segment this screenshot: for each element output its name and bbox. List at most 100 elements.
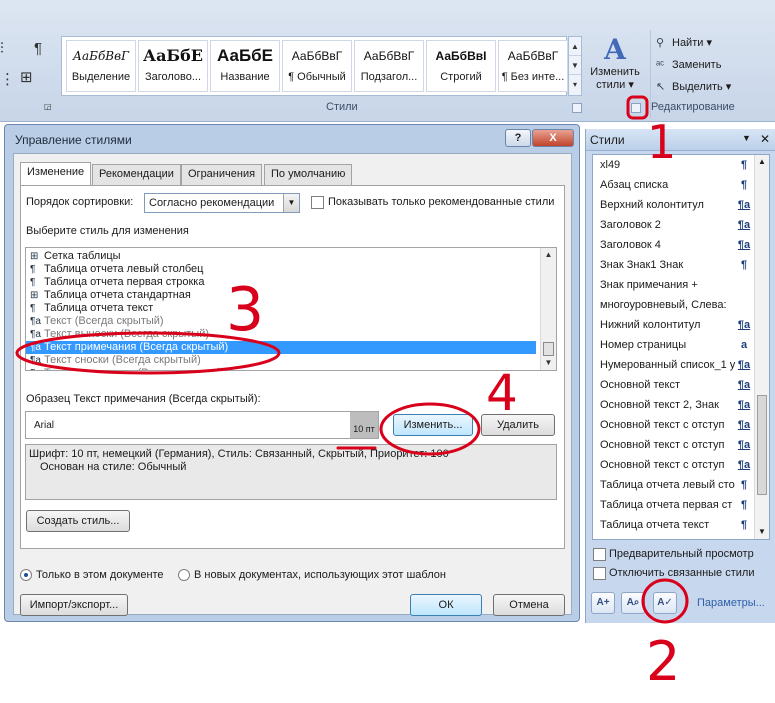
select-button[interactable]: ↖ Выделить ▾ [656, 78, 766, 96]
scroll-up-icon[interactable]: ▲ [755, 155, 769, 169]
styles-pane-item[interactable]: Основной текст 2, Знак ¶a [593, 395, 753, 415]
radio-this-document[interactable] [20, 569, 32, 581]
tab-restrict[interactable]: Ограничения [181, 164, 263, 185]
style-sample: АаБбВвГ [507, 49, 559, 63]
new-style-icon[interactable]: A+ [591, 592, 615, 614]
style-name: ¶ Обычный [288, 71, 346, 83]
style-list-scrollbar[interactable]: ▲ ▼ [540, 248, 556, 370]
tab-modify[interactable]: Изменение [20, 162, 92, 186]
styles-pane-item[interactable]: Знак Знак1 Знак ¶ [593, 255, 753, 275]
style-list-item[interactable]: ¶a Текст выноски (Всегда скрытый) [26, 328, 536, 341]
style-list-item[interactable]: ¶a Текст (Всегда скрытый) [26, 315, 536, 328]
gallery-style-tile[interactable]: АаБбВвГ ¶ Обычный [282, 40, 352, 92]
close-button[interactable]: X [532, 129, 574, 147]
modify-button[interactable]: Изменить... [393, 414, 473, 436]
styles-pane-item[interactable]: Заголовок 4 ¶a [593, 235, 753, 255]
tab-recommend[interactable]: Рекомендации [92, 164, 181, 185]
gallery-style-tile[interactable]: АаБбВвГ ¶ Без инте... [498, 40, 568, 92]
scroll-down-icon[interactable]: ▼ [755, 525, 769, 539]
style-inspector-icon[interactable]: A⌕ [621, 592, 645, 614]
help-button[interactable]: ? [505, 129, 531, 147]
style-list-item[interactable]: ¶ Таблица отчета первая строкка [26, 276, 536, 289]
style-list[interactable]: ⊞ Сетка таблицы ¶ Таблица отчета левый стол… [25, 247, 557, 371]
style-description: Шрифт: 10 пт, немецкий (Германия), Стиль… [25, 444, 557, 500]
styles-pane-item[interactable]: Нумерованный список_1 у ¶a [593, 355, 753, 375]
dialog-launcher-icon[interactable]: ◲ [44, 102, 52, 111]
styles-list[interactable]: xl49 ¶ Абзац списка ¶ Верхний колонтитул ¶a За… [592, 154, 770, 540]
sort-select[interactable]: Согласно рекомендации ▼ [144, 193, 300, 213]
styles-pane-item[interactable]: Заголовок 2 ¶a [593, 215, 753, 235]
dropdown-arrow-icon[interactable]: ▼ [283, 194, 299, 212]
style-list-item[interactable]: ¶ Таблица отчета левый столбец [26, 263, 536, 276]
options-link[interactable]: Параметры... [697, 597, 765, 609]
styles-pane: Стили ▼ ✕ xl49 ¶ Абзац списка ¶ Верхний коло… [585, 129, 775, 623]
styles-pane-item[interactable]: Таблица отчета первая ст ¶ [593, 495, 753, 515]
disable-linked-checkbox[interactable] [593, 567, 606, 580]
styles-pane-item[interactable]: Верхний колонтитул ¶a [593, 195, 753, 215]
change-styles-button[interactable]: A Изменить стили ▾ [585, 34, 645, 102]
scroll-thumb[interactable] [543, 342, 554, 356]
indent-icon[interactable]: ⫶ [0, 40, 4, 57]
delete-button[interactable]: Удалить [481, 414, 555, 436]
gallery-scroll[interactable]: ▲ ▼ ▾ [568, 36, 582, 96]
style-name: Таблица отчета левый столбец [44, 263, 204, 275]
gallery-style-tile[interactable]: АаБбВвI Строгий [426, 40, 496, 92]
pilcrow-icon[interactable]: ¶ [34, 40, 42, 57]
preview-checkbox[interactable] [593, 548, 606, 561]
show-recommended-label: Показывать только рекомендованные стили [328, 196, 555, 208]
styles-pane-item[interactable]: Основной текст с отступ ¶a [593, 455, 753, 475]
pane-menu-icon[interactable]: ▼ [742, 133, 751, 143]
show-recommended-checkbox[interactable] [311, 196, 324, 209]
gallery-style-tile[interactable]: АаБбЕ Название [210, 40, 280, 92]
styles-list-scrollbar[interactable]: ▲ ▼ [754, 155, 769, 539]
radio-this-document-label: Только в этом документе [36, 569, 164, 581]
style-list-item[interactable]: ¶a Текст примечания (Всегда скрытый) [26, 341, 536, 354]
borders-icon[interactable]: ⊞ [20, 68, 33, 86]
style-list-item[interactable]: ⊞ Таблица отчета стандартная [26, 289, 536, 302]
linked-style-icon: ¶a [737, 215, 751, 235]
style-list-item[interactable]: ¶aТема примечания (Всегда скрытый) [26, 367, 536, 370]
styles-pane-item[interactable]: Основной текст с отступ ¶a [593, 435, 753, 455]
radio-template[interactable] [178, 569, 190, 581]
dialog-client: Изменение Рекомендации Ограничения По ум… [13, 153, 572, 616]
style-list-item[interactable]: ¶ Таблица отчета текст [26, 302, 536, 315]
paragraph-style-icon: ¶ [737, 515, 751, 535]
gallery-style-tile[interactable]: АаБбВвГ Подзагол... [354, 40, 424, 92]
import-export-button[interactable]: Импорт/экспорт... [20, 594, 128, 616]
scroll-thumb[interactable] [757, 395, 767, 495]
scroll-down-icon[interactable]: ▼ [569, 56, 581, 75]
gallery-style-tile[interactable]: АаБбВвГ Выделение [66, 40, 136, 92]
styles-launcher-icon[interactable] [572, 103, 582, 113]
new-style-button[interactable]: Создать стиль... [26, 510, 130, 532]
paragraph-style-icon: ¶ [30, 303, 36, 314]
gallery-style-tile[interactable]: АаБбЕ Заголово... [138, 40, 208, 92]
styles-pane-item[interactable]: Номер страницы a [593, 335, 753, 355]
styles-gallery[interactable]: АаБбВвГ Выделение АаБбЕ Заголово... АаБб… [61, 36, 568, 96]
styles-pane-item[interactable]: Основной текст ¶a [593, 375, 753, 395]
styles-pane-item[interactable]: xl49 ¶ [593, 155, 753, 175]
find-button[interactable]: ⚲ Найти ▾ [656, 34, 766, 52]
style-name: Верхний колонтитул [600, 199, 704, 211]
scroll-down-icon[interactable]: ▼ [541, 356, 556, 370]
manage-styles-icon[interactable]: A✓ [653, 592, 677, 614]
styles-pane-item[interactable]: Абзац списка ¶ [593, 175, 753, 195]
scroll-up-icon[interactable]: ▲ [569, 37, 581, 56]
gallery-more-icon[interactable]: ▾ [569, 75, 581, 94]
close-icon[interactable]: ✕ [760, 132, 770, 146]
styles-pane-item[interactable]: Нижний колонтитул ¶a [593, 315, 753, 335]
cancel-button[interactable]: Отмена [493, 594, 565, 616]
scroll-up-icon[interactable]: ▲ [541, 248, 556, 262]
styles-pane-item[interactable]: Знак примечания + многоуровневый, Слева: [593, 275, 753, 315]
tab-defaults[interactable]: По умолчанию [264, 164, 353, 185]
styles-pane-launcher-icon[interactable] [631, 103, 641, 113]
styles-pane-item[interactable]: Таблица отчета текст ¶ [593, 515, 753, 535]
replace-button[interactable]: ᵃᶜ Заменить [656, 56, 766, 74]
styles-pane-item[interactable]: Основной текст с отступ ¶a [593, 415, 753, 435]
style-list-item[interactable]: ¶a Текст сноски (Всегда скрытый) [26, 354, 536, 367]
style-name: Нижний колонтитул [600, 319, 701, 331]
table-style-icon: ⊞ [30, 290, 39, 301]
styles-pane-item[interactable]: Таблица отчета левый сто ¶ [593, 475, 753, 495]
borders-icon[interactable]: ⋮ [0, 70, 15, 88]
ok-button[interactable]: ОК [410, 594, 482, 616]
style-list-item[interactable]: ⊞ Сетка таблицы [26, 250, 536, 263]
